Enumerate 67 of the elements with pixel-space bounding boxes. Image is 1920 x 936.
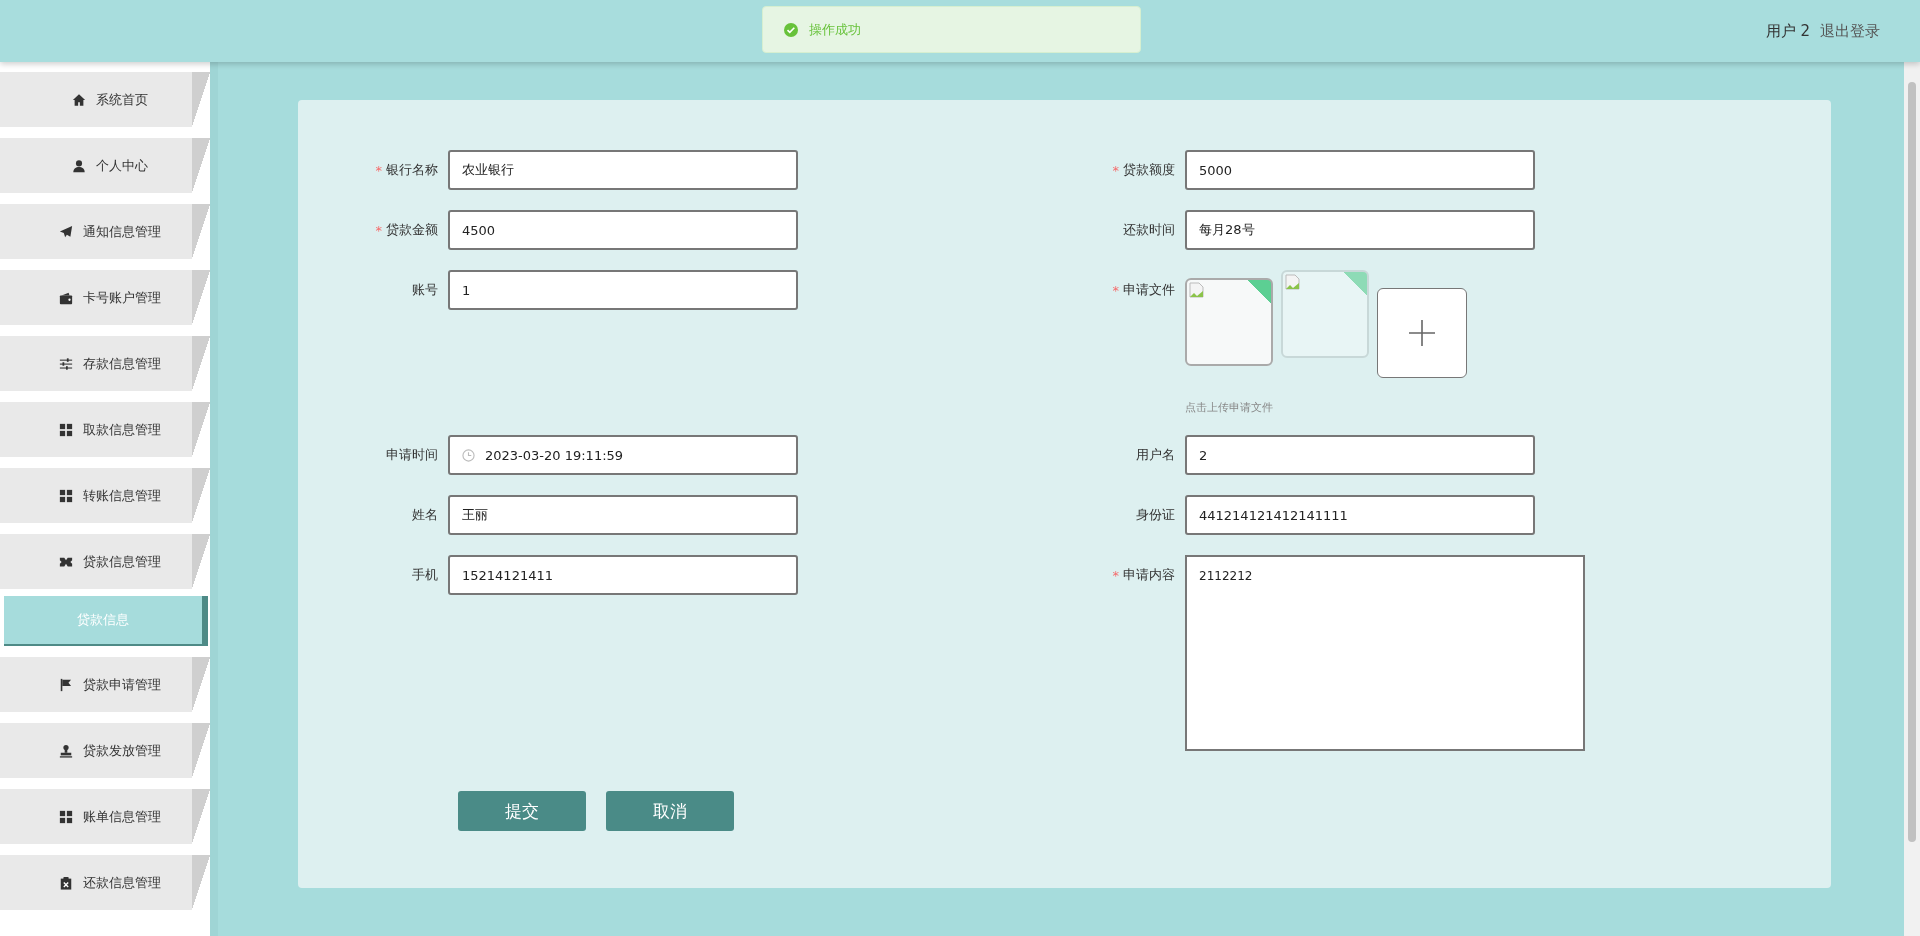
text-field[interactable]: 5000 [1185,150,1535,190]
wallet-icon [59,290,73,305]
text-field[interactable]: 王丽 [448,495,798,535]
sliders-icon [59,356,73,371]
paper-plane-icon [59,224,73,239]
user-icon [72,158,86,173]
field-label: 还款时间 [1123,221,1175,239]
field-label: 贷款金额 [386,221,438,239]
text-field[interactable]: 441214121412141111 [1185,495,1535,535]
flag-icon [59,677,73,692]
text-field[interactable]: 1 [448,270,798,310]
clipboard-icon [59,875,73,890]
broken-image-icon [1189,282,1205,298]
grid-icon [59,422,73,437]
sidebar-item[interactable]: 转账信息管理 [0,468,210,523]
sidebar-item[interactable]: 卡号账户管理 [0,270,210,325]
field-label: 申请文件 [1123,281,1175,299]
required-mark: * [375,162,382,178]
field-label: 账号 [412,281,438,299]
grid-icon [59,488,73,503]
sidebar-item[interactable]: 贷款发放管理 [0,723,210,778]
toast-message: 操作成功 [809,20,861,39]
scrollbar[interactable] [1904,62,1920,936]
logout-link[interactable]: 退出登录 [1820,21,1880,41]
field-label: 手机 [412,566,438,584]
home-icon [72,92,86,107]
textarea-field[interactable]: 2112212 [1185,555,1585,751]
plus-icon [1408,319,1436,347]
grid-icon [59,809,73,824]
field-label: 贷款额度 [1123,161,1175,179]
text-field[interactable]: 每月28号 [1185,210,1535,250]
stamp-icon [59,743,73,758]
sidebar-item[interactable]: 账单信息管理 [0,789,210,844]
upload-hint: 点击上传申请文件 [1185,400,1274,415]
field-label: 申请内容 [1123,566,1175,584]
sidebar-item[interactable]: 系统首页 [0,72,210,127]
text-field[interactable]: 农业银行 [448,150,798,190]
sidebar-item[interactable]: 存款信息管理 [0,336,210,391]
date-value: 2023-03-20 19:11:59 [485,447,624,463]
sidebar-item[interactable]: 个人中心 [0,138,210,193]
required-mark: * [1112,282,1119,298]
check-circle-icon [783,21,799,38]
text-field[interactable]: 4500 [448,210,798,250]
clock-icon [462,448,475,462]
form-button[interactable]: 取消 [606,791,734,831]
image-thumbnail[interactable] [1281,270,1369,358]
field-label: 用户名 [1136,446,1175,464]
sidebar-item[interactable]: 还款信息管理 [0,855,210,910]
sidebar-item[interactable]: 取款信息管理 [0,402,210,457]
required-mark: * [1112,162,1119,178]
date-field[interactable]: 2023-03-20 19:11:59 [448,435,798,475]
upload-button[interactable] [1377,288,1467,378]
field-label: 姓名 [412,506,438,524]
image-thumbnail[interactable] [1185,278,1273,366]
field-label: 身份证 [1136,506,1175,524]
required-mark: * [1112,567,1119,583]
form-button[interactable]: 提交 [458,791,586,831]
field-label: 银行名称 [386,161,438,179]
sidebar-item[interactable]: 通知信息管理 [0,204,210,259]
required-mark: * [375,222,382,238]
broken-image-icon [1285,274,1301,290]
sidebar-item[interactable]: 贷款申请管理 [0,657,210,712]
user-name: 用户 2 [1765,21,1810,41]
text-field[interactable]: 15214121411 [448,555,798,595]
sidebar-item[interactable]: 贷款信息管理 [0,534,210,589]
text-field[interactable]: 2 [1185,435,1535,475]
field-label: 申请时间 [386,446,438,464]
